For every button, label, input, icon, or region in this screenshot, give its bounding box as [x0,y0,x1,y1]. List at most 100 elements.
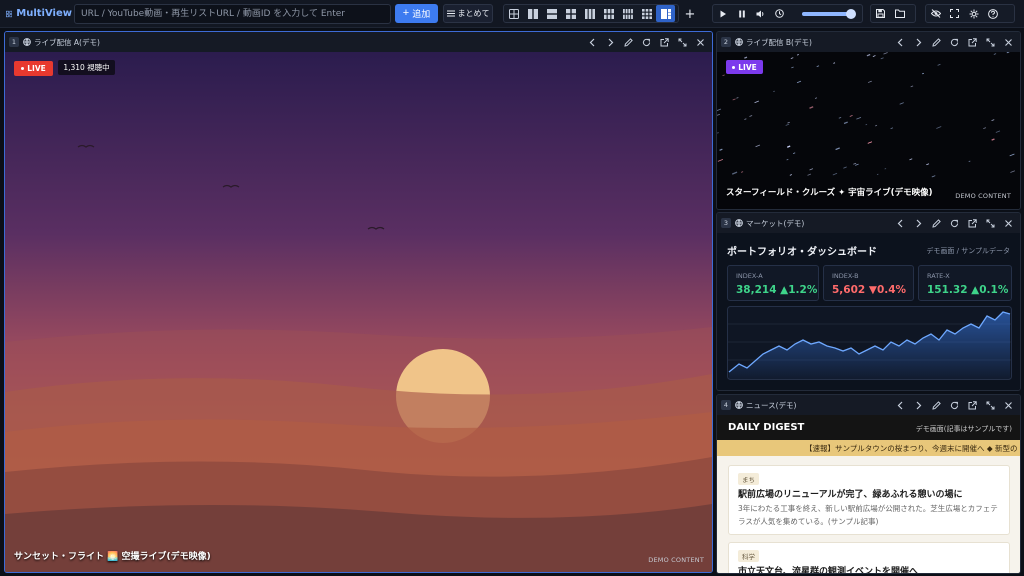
metric-card-index-b: INDEX-B 5,602 ▼0.4% [823,265,914,301]
fullscreen-button[interactable] [945,5,964,22]
batch-add-button[interactable]: まとめて [443,4,493,23]
layout-3x3-button[interactable] [637,5,656,22]
chevron-right-icon [916,38,921,46]
close-button[interactable] [1000,215,1016,231]
maximize-icon [678,38,686,46]
open-button[interactable] [890,5,909,22]
layout-4x2-button[interactable] [618,5,637,22]
panel-3-header: 3 マーケット(デモ) [717,213,1020,233]
panel-2[interactable]: 2 ライブ配信 B(デモ) LIVE スターフィールド・クルーズ ✦ 宇宙ライブ… [716,31,1021,210]
article-tag: 科学 [738,550,759,562]
reload-button[interactable] [946,397,962,413]
pause-icon [738,10,745,17]
sync-time-button[interactable] [770,5,789,22]
external-link-icon [968,37,977,46]
next-button[interactable] [910,34,926,50]
play-all-button[interactable] [713,5,732,22]
article-title[interactable]: 駅前広場のリニューアルが完了、緑あふれる憩いの場に [738,487,963,500]
maximize-button[interactable] [674,34,690,50]
open-external-button[interactable] [656,34,672,50]
close-button[interactable] [1000,34,1016,50]
news-article[interactable]: 科学 市立天文台、流星群の観測イベントを開催へ [728,542,1010,573]
live-label: LIVE [27,64,46,73]
maximize-icon [986,219,994,227]
reload-button[interactable] [946,34,962,50]
maximize-button[interactable] [982,397,998,413]
live-dot-icon [732,65,736,69]
ticker-text: 【速報】サンプルタウンの桜まつり、今週末に開催へ ◆ 新型の [805,444,1018,453]
layout-2col-button[interactable] [523,5,542,22]
panel-index: 3 [721,218,731,228]
save-button[interactable] [871,5,890,22]
article-tag: まち [738,473,759,485]
news-article[interactable]: まち 駅前広場のリニューアルが完了、緑あふれる憩いの場に 3年にわたる工事を終え… [728,465,1010,535]
add-panel-button[interactable]: + [681,5,699,23]
news-page: DAILY DIGEST デモ画面(記事はサンプルです) 【速報】サンプルタウン… [717,415,1020,573]
save-group [870,4,916,23]
next-button[interactable] [602,34,618,50]
folder-icon [894,9,905,18]
layout-2row-button[interactable] [542,5,561,22]
video-player-2[interactable]: LIVE スターフィールド・クルーズ ✦ 宇宙ライブ(デモ映像) DEMO CO… [717,52,1020,209]
dashboard-title: ポートフォリオ・ダッシュボード [727,247,877,258]
video-caption: スターフィールド・クルーズ ✦ 宇宙ライブ(デモ映像) [726,188,933,198]
open-external-button[interactable] [964,397,980,413]
eye-off-icon [930,9,941,18]
panel-1-header: 1 ライブ配信 A(デモ) [5,32,712,52]
volume-slider[interactable] [802,9,856,19]
help-icon [987,8,998,19]
next-button[interactable] [910,215,926,231]
batch-button-label: まとめて [457,9,490,18]
prev-button[interactable] [892,397,908,413]
close-button[interactable] [1000,397,1016,413]
panel-4[interactable]: 4 ニュース(デモ) DAILY DIGEST デモ画面(記事はサンプルです) … [716,394,1021,574]
maximize-button[interactable] [982,34,998,50]
settings-button[interactable] [964,5,983,22]
mute-button[interactable] [751,5,770,22]
metric-label: INDEX-A [736,272,763,280]
volume-knob[interactable] [845,9,856,19]
reload-icon [950,219,958,227]
maximize-button[interactable] [982,215,998,231]
layout-3x2-icon [603,8,614,19]
reload-button[interactable] [946,215,962,231]
prev-button[interactable] [892,215,908,231]
edit-button[interactable] [928,397,944,413]
prev-button[interactable] [584,34,600,50]
viewer-count: 1,310 視聴中 [58,60,115,75]
prev-button[interactable] [892,34,908,50]
layout-2x2-button[interactable] [561,5,580,22]
pencil-icon [931,37,941,47]
add-button[interactable]: + 追加 [395,4,438,23]
video-player-1[interactable]: LIVE 1,310 視聴中 サンセット・フライト 🌅 空撮ライブ(デモ映像) … [5,52,712,572]
layout-auto-button[interactable] [504,5,523,22]
view-group [925,4,1015,23]
help-button[interactable] [983,5,1002,22]
panel-tools [892,32,1016,52]
pause-all-button[interactable] [732,5,751,22]
price-chart [727,306,1012,380]
chevron-right-icon [916,401,921,409]
layout-group [503,4,679,23]
edit-button[interactable] [928,215,944,231]
layout-focus-button[interactable] [656,5,675,22]
layout-3col-button[interactable] [580,5,599,22]
live-dot-icon [21,67,25,70]
metric-value: 5,602 ▼0.4% [832,284,907,296]
edit-button[interactable] [620,34,636,50]
panel-1[interactable]: 1 ライブ配信 A(デモ) LIVE 1,310 視聴中 サンセット・フライト … [4,31,713,573]
close-button[interactable] [692,34,708,50]
hide-ui-button[interactable] [926,5,945,22]
edit-button[interactable] [928,34,944,50]
open-external-button[interactable] [964,34,980,50]
layout-3x2-button[interactable] [599,5,618,22]
article-title[interactable]: 市立天文台、流星群の観測イベントを開催へ [738,564,918,573]
reload-button[interactable] [638,34,654,50]
demo-content-label: DEMO CONTENT [648,556,704,564]
panel-4-header: 4 ニュース(デモ) [717,395,1020,415]
article-body: 3年にわたる工事を終え、新しい駅前広場が公開された。芝生広場とカフェテラスが人気… [738,504,998,526]
url-input[interactable] [74,4,391,24]
next-button[interactable] [910,397,926,413]
panel-3[interactable]: 3 マーケット(デモ) ポートフォリオ・ダッシュボード デモ画面 / サンプルデ… [716,212,1021,391]
open-external-button[interactable] [964,215,980,231]
